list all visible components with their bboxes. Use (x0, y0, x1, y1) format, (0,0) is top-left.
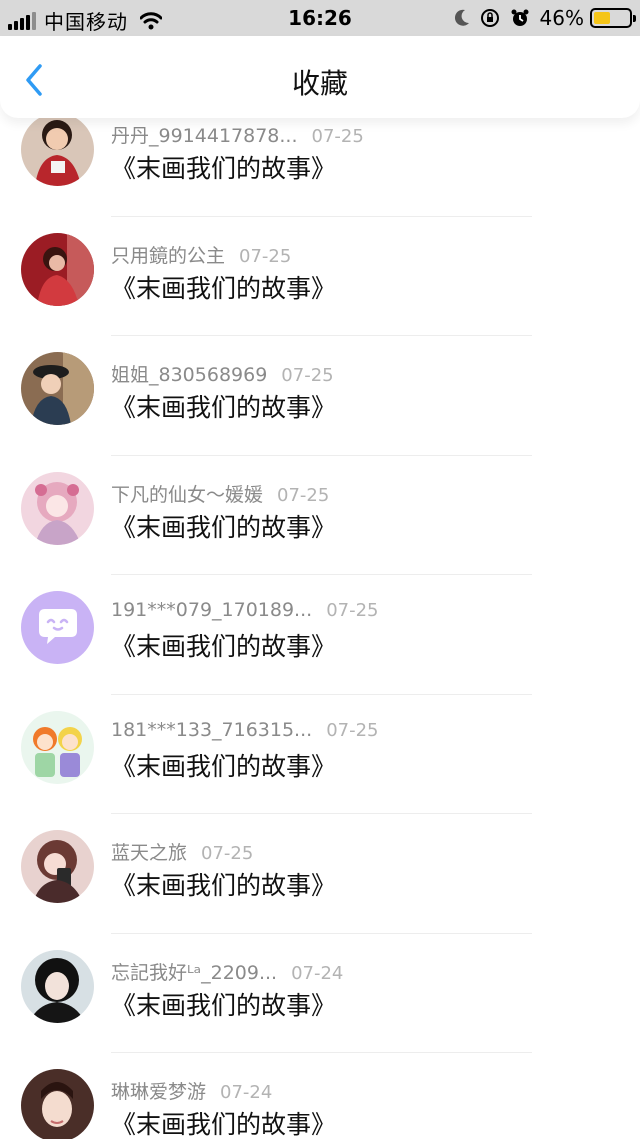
user-name[interactable]: 丹丹_9914417878... (111, 125, 298, 147)
user-name[interactable]: 下凡的仙女～媛媛 (111, 484, 263, 506)
avatar[interactable] (21, 471, 94, 545)
user-name[interactable]: 蓝天之旅 (111, 842, 187, 864)
post-title[interactable]: 《末画我们的故事》 (111, 747, 336, 783)
page-title: 收藏 (291, 67, 348, 100)
avatar[interactable] (21, 113, 94, 186)
user-name[interactable]: 忘記我好ᴸᵃ_2209... (111, 962, 277, 984)
avatar[interactable] (21, 949, 94, 1023)
battery-percent: 46% (539, 6, 584, 30)
list-item[interactable]: 蓝天之旅 07-25 《末画我们的故事》 (0, 814, 640, 934)
chat-bubble-icon[interactable] (21, 591, 94, 664)
avatar[interactable] (21, 1069, 94, 1139)
list-item[interactable]: 下凡的仙女～媛媛 07-25 《末画我们的故事》 (0, 456, 640, 575)
post-title[interactable]: 《末画我们的故事》 (111, 269, 336, 305)
post-title[interactable]: 《末画我们的故事》 (111, 388, 336, 424)
date: 07-25 (201, 843, 254, 864)
avatar[interactable] (21, 830, 94, 903)
avatar[interactable] (21, 710, 94, 784)
user-name[interactable]: 姐姐_830568969 (111, 364, 267, 386)
rotation-lock-icon (480, 9, 499, 27)
status-bar: 中国移动 16:26 46% (0, 0, 640, 36)
post-title[interactable]: 《末画我们的故事》 (111, 986, 336, 1022)
date: 07-25 (281, 365, 334, 386)
post-title[interactable]: 《末画我们的故事》 (111, 1105, 336, 1139)
moon-icon (454, 9, 469, 26)
user-name[interactable]: 只用鏡的公主 (111, 245, 225, 267)
navigation-bar: 收藏 (0, 36, 640, 118)
list-item[interactable]: 忘記我好ᴸᵃ_2209... 07-24 《末画我们的故事》 (0, 934, 640, 1053)
list-item[interactable]: 只用鏡的公主 07-25 《末画我们的故事》 (0, 217, 640, 336)
date: 07-25 (326, 719, 379, 741)
favorites-screen: 中国移动 16:26 46% 收藏 丹丹_9914417878... 07-25… (0, 0, 640, 1139)
date: 07-24 (220, 1082, 273, 1103)
list-item[interactable]: 191***079_170189... 07-25 《末画我们的故事》 (0, 575, 640, 695)
favorites-list: 丹丹_9914417878... 07-25 《末画我们的故事》 只用鏡的公主 07… (0, 97, 640, 1139)
post-title[interactable]: 《末画我们的故事》 (111, 508, 336, 544)
date: 07-25 (277, 484, 330, 506)
alarm-icon (511, 9, 529, 26)
avatar[interactable] (21, 232, 94, 306)
post-title[interactable]: 《末画我们的故事》 (111, 149, 336, 185)
post-title[interactable]: 《末画我们的故事》 (111, 627, 336, 663)
list-item[interactable]: 琳琳爱梦游 07-24 《末画我们的故事》 (0, 1053, 640, 1139)
post-title[interactable]: 《末画我们的故事》 (111, 866, 336, 902)
user-name[interactable]: 181***133_716315... (111, 719, 312, 741)
user-name[interactable]: 191***079_170189... (111, 599, 312, 621)
date: 07-24 (291, 962, 344, 984)
date: 07-25 (311, 126, 364, 147)
user-name[interactable]: 琳琳爱梦游 (111, 1081, 206, 1103)
list-item[interactable]: 181***133_716315... 07-25 《末画我们的故事》 (0, 695, 640, 814)
avatar[interactable] (21, 352, 94, 425)
battery-icon (590, 8, 636, 28)
list-item[interactable]: 姐姐_830568969 07-25 《末画我们的故事》 (0, 336, 640, 456)
date: 07-25 (239, 245, 292, 267)
date: 07-25 (326, 600, 379, 621)
battery-level (594, 12, 610, 24)
